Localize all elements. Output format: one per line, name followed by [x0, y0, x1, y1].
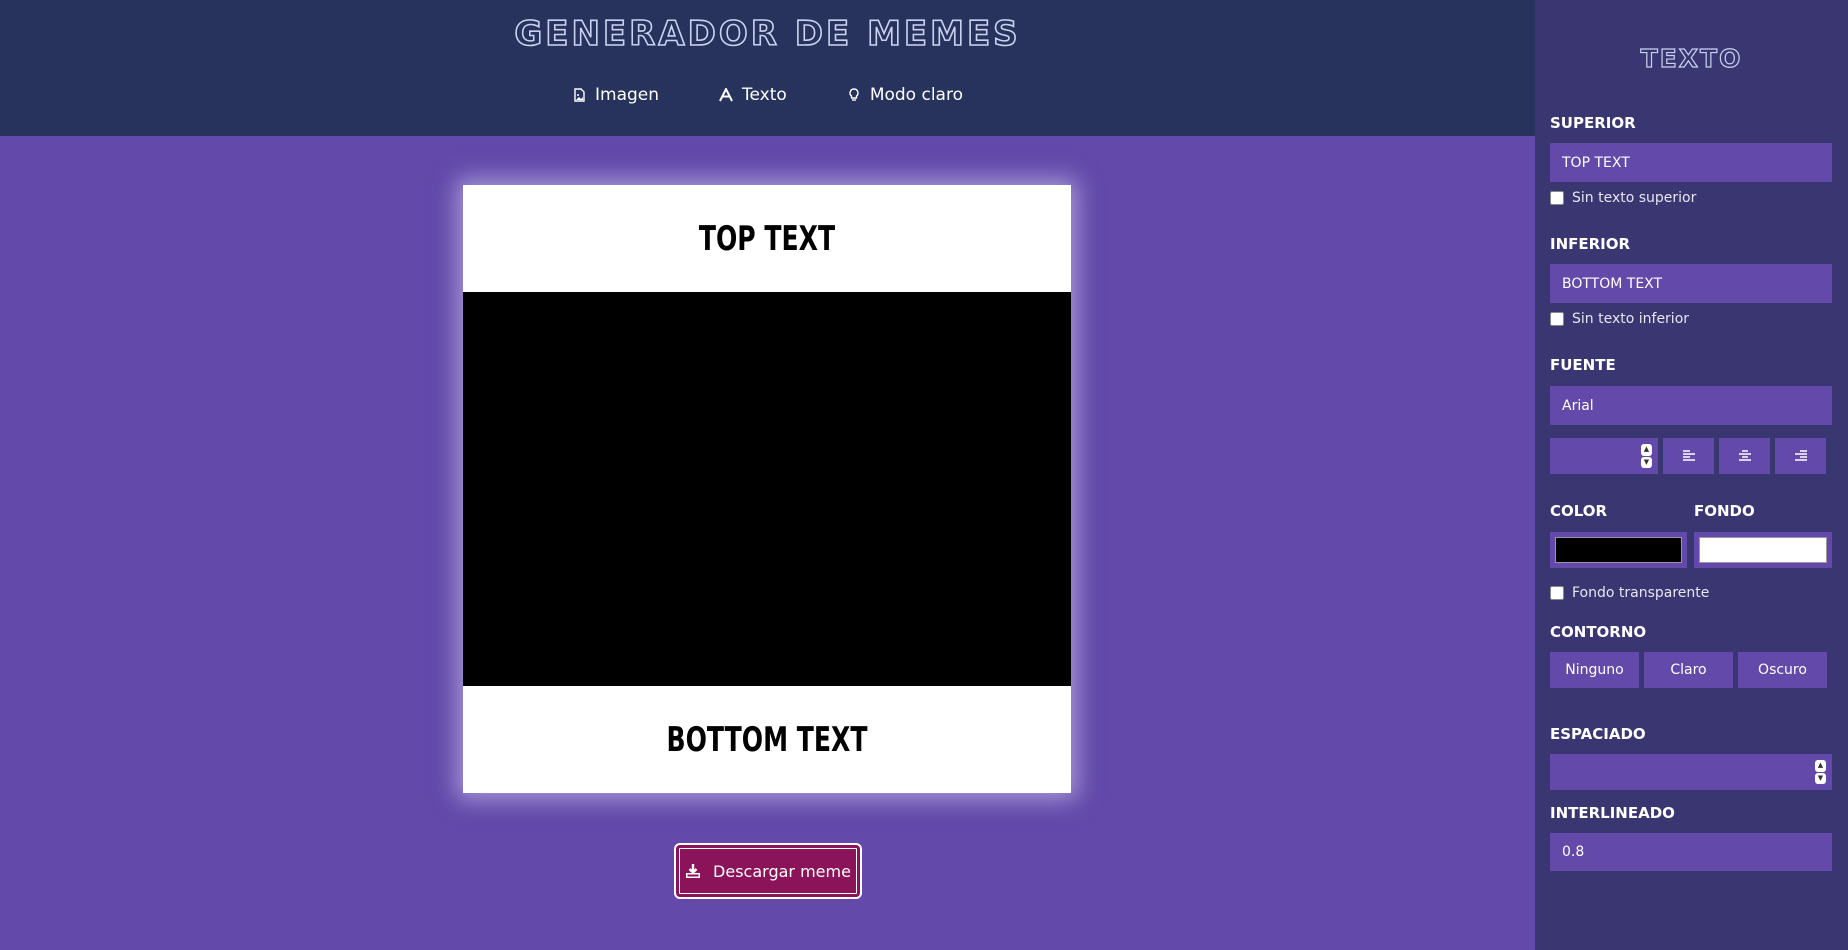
nav-texto-button[interactable]: Texto — [689, 82, 817, 108]
download-meme-button[interactable]: Descargar meme — [674, 843, 862, 899]
lightbulb-icon — [847, 88, 861, 102]
meme-bottom-text: BOTTOM TEXT — [666, 719, 868, 760]
nav-imagen-label: Imagen — [595, 85, 660, 105]
outline-dark-button[interactable]: Oscuro — [1738, 652, 1827, 688]
inferior-text-input[interactable]: BOTTOM TEXT — [1550, 264, 1832, 303]
meme-preview: TOP TEXT BOTTOM TEXT — [463, 185, 1071, 793]
meme-top-text: TOP TEXT — [698, 218, 836, 259]
app-title: GENERADOR DE MEMES — [514, 13, 1021, 55]
no-superior-checkbox[interactable] — [1550, 191, 1564, 205]
fuente-label: FUENTE — [1550, 356, 1616, 374]
inferior-label: INFERIOR — [1550, 235, 1631, 253]
superior-text-input[interactable]: TOP TEXT — [1550, 143, 1832, 182]
line-height-select[interactable]: 0.8 — [1550, 833, 1832, 871]
fondo-label: FONDO — [1694, 502, 1755, 520]
superior-label: SUPERIOR — [1550, 114, 1636, 132]
bg-color-picker[interactable] — [1694, 532, 1832, 568]
no-inferior-checkbox-row[interactable]: Sin texto inferior — [1550, 311, 1689, 327]
transparent-bg-label: Fondo transparente — [1572, 585, 1710, 601]
contorno-label: CONTORNO — [1550, 623, 1647, 641]
transparent-bg-checkbox-row[interactable]: Fondo transparente — [1550, 585, 1709, 601]
text-sidebar: TEXTO SUPERIOR TOP TEXT Sin texto superi… — [1535, 0, 1848, 950]
align-center-icon — [1738, 450, 1751, 461]
interlineado-label: INTERLINEADO — [1550, 804, 1675, 822]
no-inferior-checkbox[interactable] — [1550, 312, 1564, 326]
no-inferior-label: Sin texto inferior — [1572, 311, 1690, 327]
align-left-icon — [1682, 450, 1695, 461]
spacing-input[interactable]: ▲ ▼ — [1550, 754, 1832, 790]
espaciado-label: ESPACIADO — [1550, 725, 1646, 743]
align-right-button[interactable] — [1775, 438, 1826, 474]
download-icon — [685, 863, 701, 879]
nav-modo-claro-label: Modo claro — [869, 85, 963, 105]
no-superior-label: Sin texto superior — [1572, 190, 1697, 206]
nav-modo-claro-button[interactable]: Modo claro — [817, 82, 993, 108]
nav-bar: Imagen Texto Modo claro — [0, 82, 1535, 108]
text-color-picker[interactable] — [1550, 532, 1687, 568]
outline-light-button[interactable]: Claro — [1644, 652, 1733, 688]
header: GENERADOR DE MEMES Imagen Texto Modo cla… — [0, 0, 1535, 136]
download-meme-label: Descargar meme — [713, 861, 851, 881]
font-size-spinner[interactable]: ▲ ▼ — [1641, 444, 1652, 468]
outline-none-button[interactable]: Ninguno — [1550, 652, 1639, 688]
sidebar-title: TEXTO — [1640, 43, 1743, 73]
align-right-icon — [1794, 450, 1807, 461]
bg-color-swatch — [1699, 537, 1827, 563]
image-file-icon — [572, 88, 586, 102]
nav-imagen-button[interactable]: Imagen — [542, 82, 689, 108]
transparent-bg-checkbox[interactable] — [1550, 586, 1564, 600]
align-left-button[interactable] — [1663, 438, 1714, 474]
spacing-spinner[interactable]: ▲ ▼ — [1815, 760, 1826, 784]
font-size-input[interactable]: ▲ ▼ — [1550, 438, 1658, 474]
nav-texto-label: Texto — [742, 85, 787, 105]
font-select[interactable]: Arial — [1550, 386, 1832, 425]
no-superior-checkbox-row[interactable]: Sin texto superior — [1550, 190, 1696, 206]
text-color-swatch — [1555, 537, 1682, 563]
color-label: COLOR — [1550, 502, 1608, 520]
align-center-button[interactable] — [1719, 438, 1770, 474]
meme-image — [463, 292, 1071, 686]
text-icon — [719, 88, 733, 102]
